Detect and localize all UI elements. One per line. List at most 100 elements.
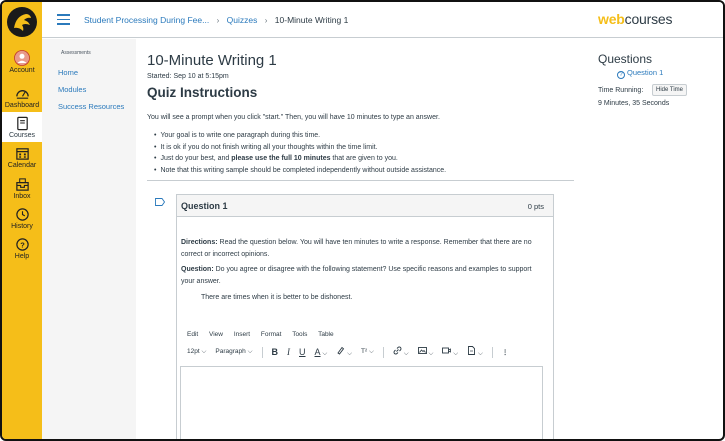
editor-menubar: Edit View Insert Format Tools Table — [187, 331, 343, 338]
font-color-button[interactable]: A ⌵ — [315, 347, 328, 358]
chevron-right-icon: › — [216, 16, 220, 25]
time-running-value: 9 Minutes, 35 Seconds — [598, 100, 670, 107]
nav-inbox-label: Inbox — [13, 193, 31, 200]
nav-calendar[interactable]: Calendar — [2, 146, 42, 169]
menu-table[interactable]: Table — [318, 331, 334, 338]
toolbar-divider — [382, 346, 384, 358]
question-1-link[interactable]: ? Question 1 — [617, 68, 663, 79]
media-button[interactable]: ⌵ — [442, 346, 458, 358]
font-color-glyph: A — [314, 346, 321, 357]
media-icon — [442, 347, 452, 354]
dashboard-icon — [15, 90, 29, 99]
breadcrumb-quizzes[interactable]: Quizzes — [227, 15, 258, 25]
toolbar-divider — [491, 346, 493, 358]
question-prompt: Do you agree or disagree with the follow… — [181, 266, 532, 285]
chevron-down-icon: ⌵ — [347, 350, 353, 357]
chevron-down-icon: ⌵ — [453, 350, 459, 357]
chevron-right-icon: › — [264, 16, 268, 25]
chevron-down-icon: ⌵ — [403, 350, 409, 357]
editor-toolbar: 12pt ⌵ Paragraph ⌵ B I U A ⌵ ⌵ T² ⌵ ⌵ ⌵ … — [187, 346, 517, 358]
flag-question-icon[interactable] — [155, 198, 165, 206]
list-item: Your goal is to write one paragraph duri… — [154, 130, 446, 142]
quiz-instructions-heading: Quiz Instructions — [147, 85, 258, 100]
page-title: 10-Minute Writing 1 — [147, 52, 277, 69]
pegasus-logo-icon[interactable] — [6, 6, 38, 38]
nav-help-label: Help — [14, 253, 30, 260]
nav-dashboard[interactable]: Dashboard — [2, 86, 42, 109]
block-format-value: Paragraph — [215, 348, 246, 355]
menu-edit[interactable]: Edit — [187, 331, 198, 338]
image-button[interactable]: ⌵ — [417, 346, 433, 358]
hamburger-menu-icon[interactable] — [57, 14, 70, 25]
account-icon — [14, 50, 30, 66]
font-size-value: 12pt — [187, 348, 200, 355]
list-item: It is ok if you do not finish writing al… — [154, 142, 446, 154]
nav-account-label: Account — [9, 67, 35, 74]
help-icon: ? — [15, 238, 29, 251]
time-running-label: Time Running: — [598, 87, 644, 94]
nav-calendar-label: Calendar — [7, 162, 37, 169]
document-button[interactable]: ⌵ — [467, 346, 483, 358]
course-nav-home[interactable]: Home — [58, 68, 78, 77]
answer-text-editor[interactable] — [180, 366, 543, 439]
superscript-button[interactable]: T² ⌵ — [361, 348, 374, 356]
block-format-select[interactable]: Paragraph ⌵ — [215, 348, 252, 356]
highlighter-icon — [337, 346, 345, 355]
menu-view[interactable]: View — [209, 331, 223, 338]
nav-help[interactable]: ? Help — [2, 237, 42, 260]
courses-icon — [16, 116, 28, 131]
nav-history[interactable]: History — [2, 207, 42, 230]
webcourses-logo: webcourses — [598, 11, 672, 27]
started-time: Started: Sep 10 at 5:15pm — [147, 73, 229, 80]
highlight-button[interactable]: ⌵ — [336, 346, 352, 358]
link-button[interactable]: ⌵ — [393, 346, 409, 358]
font-size-select[interactable]: 12pt ⌵ — [187, 348, 206, 356]
chevron-down-icon: ⌵ — [247, 348, 253, 355]
menu-format[interactable]: Format — [261, 331, 282, 338]
main-content: 10-Minute Writing 1 Started: Sep 10 at 5… — [136, 39, 576, 439]
question-title: Question 1 — [181, 201, 228, 211]
brand-web: web — [598, 11, 625, 27]
nav-dashboard-label: Dashboard — [4, 102, 40, 109]
question-points: 0 pts — [527, 202, 544, 211]
question-mark-icon: ? — [617, 71, 625, 79]
menu-insert[interactable]: Insert — [234, 331, 250, 338]
instructions-list: Your goal is to write one paragraph duri… — [154, 130, 446, 176]
hide-time-button[interactable]: Hide Time — [652, 84, 688, 96]
history-icon — [15, 208, 29, 221]
questions-sidebar: Questions ? Question 1 Time Running: Hide… — [597, 39, 723, 439]
document-icon — [468, 346, 476, 355]
nav-courses[interactable]: Courses — [2, 112, 42, 142]
list-item: Note that this writing sample should be … — [154, 165, 446, 177]
italic-button[interactable]: I — [287, 347, 290, 357]
nav-courses-label: Courses — [8, 132, 36, 139]
course-nav-modules[interactable]: Modules — [58, 85, 86, 94]
statement-text: There are times when it is better to be … — [201, 294, 353, 301]
underline-button[interactable]: U — [299, 347, 306, 357]
question-link-label: Question 1 — [627, 68, 664, 77]
question-card: Question 1 0 pts Directions: Read the qu… — [176, 194, 554, 439]
course-nav-success-resources[interactable]: Success Resources — [58, 102, 124, 111]
global-nav: Account Dashboard Courses Calendar Inbox… — [2, 2, 42, 439]
bold-button[interactable]: B — [272, 347, 279, 357]
question-text: Directions: Read the question below. You… — [181, 237, 541, 287]
chevron-down-icon: ⌵ — [201, 348, 207, 355]
bullet-text: that are given to you. — [330, 155, 398, 162]
app-window: Account Dashboard Courses Calendar Inbox… — [0, 0, 725, 441]
menu-tools[interactable]: Tools — [292, 331, 307, 338]
question-label: Question: — [181, 266, 214, 273]
bullet-text: Just do your best, and — [160, 155, 232, 162]
breadcrumb-course[interactable]: Student Processing During Fee... — [84, 15, 209, 25]
chevron-down-icon: ⌵ — [477, 350, 483, 357]
chevron-down-icon: ⌵ — [368, 348, 374, 355]
breadcrumb: Student Processing During Fee... › Quizz… — [84, 15, 348, 25]
nav-account[interactable]: Account — [2, 50, 42, 74]
instructions-intro: You will see a prompt when you click "st… — [147, 114, 440, 121]
nav-inbox[interactable]: Inbox — [2, 177, 42, 200]
more-options-icon[interactable]: ⋮ — [502, 348, 509, 356]
breadcrumb-current: 10-Minute Writing 1 — [274, 15, 349, 25]
link-icon — [393, 346, 402, 355]
directions-text: Read the question below. You will have t… — [181, 239, 532, 258]
divider — [147, 180, 574, 181]
superscript-glyph: T² — [361, 348, 368, 355]
